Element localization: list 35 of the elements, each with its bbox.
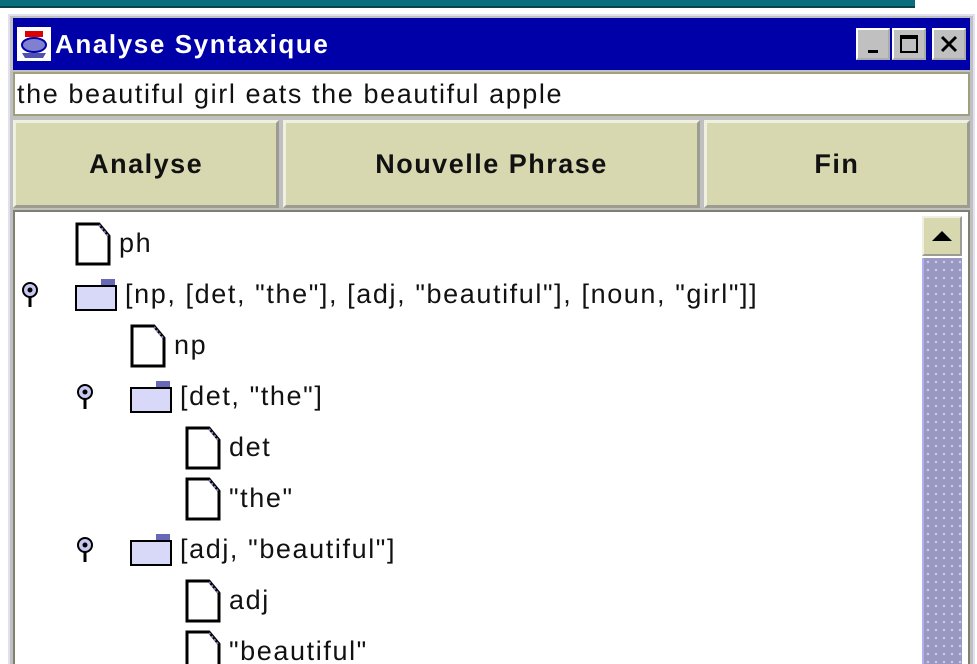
tree-node-label[interactable]: [adj, "beautiful"] <box>180 534 396 565</box>
expand-handle-icon[interactable] <box>21 282 39 308</box>
expand-handle-icon[interactable] <box>76 536 94 562</box>
tree-node-label[interactable]: [np, [det, "the"], [adj, "beautiful"], [noun, "girl"]] <box>125 279 758 310</box>
sentence-input-field[interactable]: the beautiful girl eats the beautiful apple <box>13 72 970 116</box>
minimize-icon <box>868 50 878 52</box>
maximize-icon <box>899 34 919 54</box>
document-icon <box>185 426 221 470</box>
document-icon <box>185 578 221 622</box>
tree-node-label[interactable]: "the" <box>229 483 294 514</box>
action-button[interactable]: Analyse <box>13 120 280 208</box>
app-icon <box>17 27 51 61</box>
tree-node-label[interactable]: np <box>174 330 208 361</box>
maximize-button[interactable] <box>892 28 926 60</box>
action-button[interactable]: Nouvelle Phrase <box>283 120 700 208</box>
tree-node-label[interactable]: [det, "the"] <box>180 381 324 412</box>
document-icon <box>75 222 111 266</box>
tree-node-label[interactable]: ph <box>119 228 152 259</box>
minimize-button[interactable] <box>856 28 890 60</box>
window-title: Analyse Syntaxique <box>55 28 330 60</box>
folder-icon <box>130 380 172 414</box>
scroll-thumb[interactable] <box>922 258 962 664</box>
action-button[interactable]: Fin <box>704 120 970 208</box>
document-icon <box>130 324 166 368</box>
tree-node-label[interactable]: det <box>229 432 272 463</box>
up-arrow-icon <box>931 230 953 242</box>
close-icon <box>939 34 959 54</box>
tree-node-label[interactable]: "beautiful" <box>229 636 368 664</box>
expand-handle-icon[interactable] <box>76 384 94 410</box>
document-icon <box>185 476 221 520</box>
tree-node-label[interactable]: adj <box>229 585 270 616</box>
folder-icon <box>75 278 117 312</box>
close-button[interactable] <box>932 28 966 60</box>
folder-icon <box>130 532 172 566</box>
scroll-up-button[interactable] <box>922 216 962 256</box>
